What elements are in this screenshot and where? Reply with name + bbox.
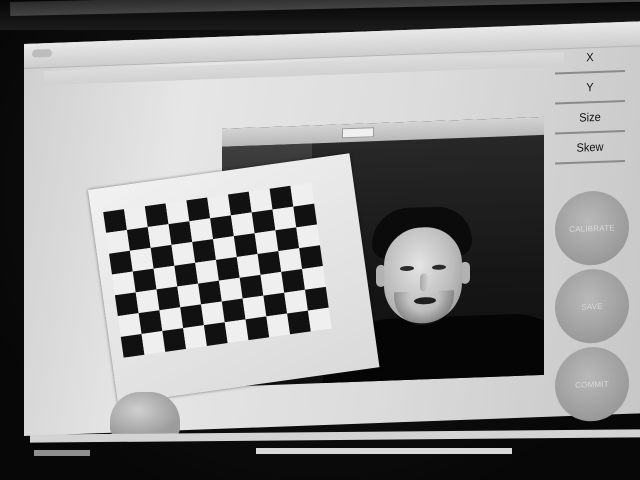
checker-square: [189, 218, 214, 242]
checker-square: [230, 212, 255, 237]
checker-square: [233, 233, 258, 257]
checkerboard-pattern-icon: [103, 182, 332, 358]
checker-square: [257, 251, 282, 275]
checker-square: [203, 322, 228, 346]
param-skew-label: Skew: [555, 131, 625, 165]
checker-square: [156, 286, 181, 311]
person-face: [384, 225, 462, 327]
checker-square: [159, 307, 184, 332]
checker-square: [213, 236, 237, 260]
checker-square: [109, 250, 133, 275]
checker-square: [260, 271, 285, 296]
hand-holding-board: [110, 392, 180, 438]
person-nose: [420, 273, 428, 292]
checker-square: [126, 227, 151, 251]
checker-square: [138, 310, 163, 334]
checker-square: [177, 283, 202, 308]
checker-square: [192, 239, 216, 263]
checker-square: [162, 328, 187, 352]
checker-square: [153, 265, 178, 290]
checker-square: [114, 292, 139, 317]
checker-square: [141, 331, 166, 355]
checker-square: [299, 245, 323, 269]
checker-square: [215, 256, 240, 281]
preview-handle[interactable]: [342, 127, 374, 139]
checker-square: [171, 241, 196, 266]
checker-square: [147, 224, 172, 248]
checker-square: [227, 191, 252, 216]
checker-square: [239, 274, 264, 299]
checker-square: [248, 188, 273, 213]
photo-of-monitor: X Y Size Skew CALIBRATE SAVE COMMIT: [0, 0, 640, 480]
checker-square: [287, 310, 311, 335]
taskbar-item: [34, 450, 90, 456]
window-controls-icon[interactable]: [32, 48, 52, 58]
checker-square: [263, 292, 288, 317]
checker-square: [293, 203, 318, 228]
checker-square: [210, 215, 234, 240]
checker-square: [236, 254, 261, 278]
checker-square: [120, 333, 145, 358]
checker-square: [275, 227, 300, 252]
person-eye: [400, 265, 414, 272]
preview-topbar: [222, 116, 544, 147]
checker-square: [304, 286, 329, 311]
calibration-buttons: CALIBRATE SAVE COMMIT: [552, 189, 632, 427]
checker-square: [307, 307, 332, 332]
checker-square: [272, 206, 297, 231]
checker-square: [144, 203, 169, 228]
checker-square: [117, 313, 142, 337]
person: [322, 202, 544, 387]
checker-square: [245, 316, 270, 341]
checker-square: [251, 209, 276, 234]
param-y-label: Y: [555, 71, 625, 105]
checker-square: [207, 194, 231, 219]
checker-square: [218, 277, 243, 302]
checker-square: [290, 182, 315, 207]
param-size-label: Size: [555, 101, 625, 135]
checker-square: [132, 268, 157, 293]
checker-square: [198, 280, 222, 305]
checker-square: [269, 185, 294, 210]
checker-square: [242, 295, 267, 320]
checker-square: [284, 289, 308, 314]
checker-square: [302, 266, 326, 290]
checker-square: [221, 298, 246, 323]
checker-square: [111, 271, 136, 296]
calibrate-button[interactable]: CALIBRATE: [555, 189, 629, 267]
checker-square: [266, 313, 291, 338]
checker-square: [186, 197, 211, 222]
taskbar-item: [256, 448, 512, 454]
checkerboard-target: [88, 153, 380, 404]
param-x-label: X: [555, 41, 625, 75]
checker-square: [168, 221, 193, 245]
checker-square: [278, 248, 303, 272]
commit-button[interactable]: COMMIT: [555, 345, 629, 423]
checker-square: [254, 230, 279, 255]
person-eye: [432, 264, 446, 271]
checker-square: [183, 325, 207, 349]
checker-square: [135, 289, 160, 314]
checker-square: [165, 200, 190, 225]
save-button[interactable]: SAVE: [555, 267, 629, 345]
checker-square: [195, 259, 219, 284]
checker-square: [106, 229, 130, 254]
checker-square: [201, 301, 225, 326]
checker-square: [296, 224, 320, 249]
checker-square: [281, 268, 305, 293]
checker-square: [150, 244, 175, 269]
checker-square: [174, 262, 199, 287]
checker-square: [180, 304, 204, 329]
calibration-params: X Y Size Skew: [552, 41, 628, 175]
checker-square: [103, 209, 127, 233]
checker-square: [224, 319, 249, 344]
checker-square: [124, 206, 148, 230]
checker-square: [129, 247, 154, 272]
